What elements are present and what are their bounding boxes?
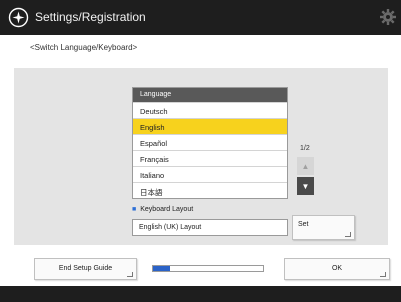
ok-button[interactable]: OK bbox=[284, 258, 390, 280]
language-item-japanese[interactable]: 日本語 bbox=[133, 182, 287, 198]
page-title: Settings/Registration bbox=[35, 10, 146, 24]
language-list: Language Deutsch English Español Françai… bbox=[132, 87, 288, 199]
set-button[interactable]: Set bbox=[292, 215, 355, 240]
language-item-espanol[interactable]: Español bbox=[133, 134, 287, 150]
page-indicator: 1/2 bbox=[300, 145, 310, 152]
bottom-bar bbox=[0, 286, 401, 302]
triangle-up-icon: ▲ bbox=[301, 161, 310, 171]
end-setup-guide-button[interactable]: End Setup Guide bbox=[34, 258, 137, 280]
setup-progress-fill bbox=[153, 266, 170, 271]
scroll-down-button[interactable]: ▼ bbox=[297, 177, 314, 195]
enter-corner-icon bbox=[127, 272, 133, 277]
breadcrumb: <Switch Language/Keyboard> bbox=[30, 43, 138, 52]
language-list-header: Language bbox=[133, 88, 287, 102]
scroll-up-button[interactable]: ▲ bbox=[297, 157, 314, 175]
keyboard-layout-value: English (UK) Layout bbox=[132, 219, 288, 236]
enter-corner-icon bbox=[380, 272, 386, 277]
keyboard-layout-label: ■ Keyboard Layout bbox=[132, 206, 193, 213]
title-bar: Settings/Registration bbox=[0, 0, 401, 35]
bullet-icon: ■ bbox=[132, 206, 137, 213]
language-item-italiano[interactable]: Italiano bbox=[133, 166, 287, 182]
keyboard-layout-label-text: Keyboard Layout bbox=[140, 206, 194, 213]
ok-button-label: OK bbox=[331, 265, 343, 272]
language-item-deutsch[interactable]: Deutsch bbox=[133, 102, 287, 118]
enter-corner-icon bbox=[345, 232, 351, 237]
language-item-english[interactable]: English bbox=[133, 118, 287, 134]
settings-registration-icon bbox=[8, 7, 29, 28]
language-item-francais[interactable]: Français bbox=[133, 150, 287, 166]
end-setup-guide-label: End Setup Guide bbox=[58, 265, 113, 272]
set-button-label: Set bbox=[298, 221, 309, 228]
triangle-down-icon: ▼ bbox=[301, 181, 310, 191]
gear-icon[interactable] bbox=[379, 8, 397, 26]
setup-progress-bar bbox=[152, 265, 264, 272]
